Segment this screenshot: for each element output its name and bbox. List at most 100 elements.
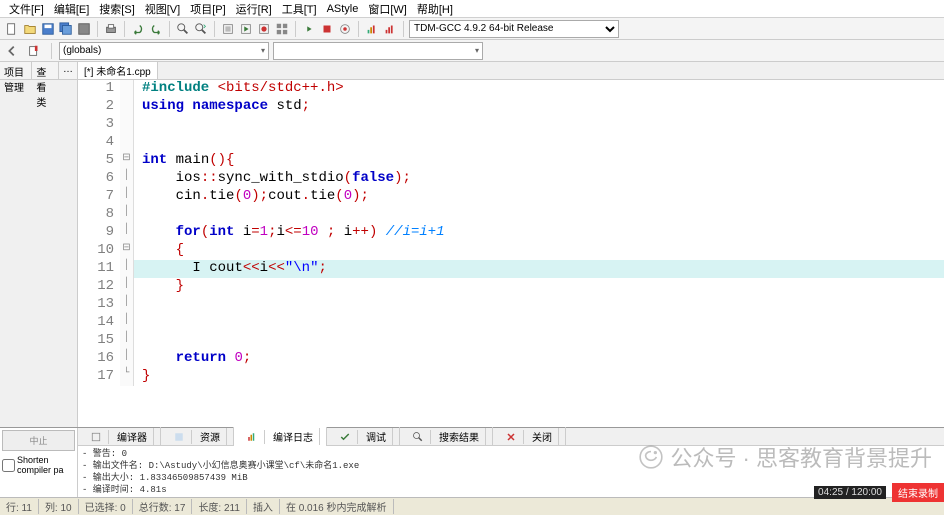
- fold-gutter[interactable]: │: [120, 314, 134, 332]
- fold-gutter[interactable]: │: [120, 278, 134, 296]
- shorten-checkbox[interactable]: Shorten compiler pa: [0, 453, 77, 477]
- code-text[interactable]: using namespace std;: [134, 98, 310, 116]
- code-text[interactable]: return 0;: [134, 350, 251, 368]
- scope-combo[interactable]: (globals)▾: [59, 42, 269, 60]
- stop-icon[interactable]: [319, 21, 335, 37]
- find-icon[interactable]: [175, 21, 191, 37]
- bottom-tab[interactable]: 编译器: [78, 427, 161, 446]
- fold-gutter[interactable]: [120, 116, 134, 134]
- menu-item[interactable]: 文件[F]: [4, 1, 49, 17]
- code-line[interactable]: 14│: [78, 314, 944, 332]
- fold-gutter[interactable]: │: [120, 332, 134, 350]
- code-line[interactable]: 11│ I cout<<i<<"\n";: [78, 260, 944, 278]
- code-line[interactable]: 9│ for(int i=1;i<=10 ; i++) //i=i+1: [78, 224, 944, 242]
- code-line[interactable]: 12│ }: [78, 278, 944, 296]
- line-number: 6: [78, 170, 120, 188]
- code-line[interactable]: 3: [78, 116, 944, 134]
- debug-icon[interactable]: [301, 21, 317, 37]
- saveall-icon[interactable]: [58, 21, 74, 37]
- fold-gutter[interactable]: [120, 134, 134, 152]
- fold-gutter[interactable]: ⊟: [120, 152, 134, 170]
- code-text[interactable]: for(int i=1;i<=10 ; i++) //i=i+1: [134, 224, 445, 242]
- fold-gutter[interactable]: │: [120, 260, 134, 278]
- code-text[interactable]: [134, 134, 142, 152]
- fold-gutter[interactable]: │: [120, 224, 134, 242]
- menu-item[interactable]: 视图[V]: [140, 1, 185, 17]
- rebuild-icon[interactable]: [274, 21, 290, 37]
- code-text[interactable]: {: [134, 242, 184, 260]
- code-line[interactable]: 6│ ios::sync_with_stdio(false);: [78, 170, 944, 188]
- compiler-select[interactable]: TDM-GCC 4.9.2 64-bit Release: [409, 20, 619, 38]
- stop-record-button[interactable]: 结束录制: [892, 483, 944, 502]
- menu-item[interactable]: 搜索[S]: [94, 1, 139, 17]
- save-icon[interactable]: [40, 21, 56, 37]
- menu-item[interactable]: AStyle: [322, 3, 364, 15]
- fold-gutter[interactable]: │: [120, 188, 134, 206]
- profile-icon[interactable]: [364, 21, 380, 37]
- sidebar-tab[interactable]: …: [59, 62, 77, 79]
- abort-button[interactable]: 中止: [2, 430, 75, 451]
- code-line[interactable]: 1#include <bits/stdc++.h>: [78, 80, 944, 98]
- bookmark-icon[interactable]: [26, 43, 42, 59]
- fold-gutter[interactable]: │: [120, 296, 134, 314]
- code-text[interactable]: }: [134, 278, 184, 296]
- code-text[interactable]: [134, 314, 142, 332]
- code-line[interactable]: 15│: [78, 332, 944, 350]
- fold-gutter[interactable]: └: [120, 368, 134, 386]
- code-text[interactable]: [134, 116, 142, 134]
- code-text[interactable]: I cout<<i<<"\n";: [134, 260, 327, 278]
- bottom-tab[interactable]: 调试: [327, 427, 400, 446]
- replace-icon[interactable]: [193, 21, 209, 37]
- bottom-tab[interactable]: 关闭: [493, 427, 566, 446]
- code-line[interactable]: 13│: [78, 296, 944, 314]
- code-text[interactable]: [134, 296, 142, 314]
- code-line[interactable]: 8│: [78, 206, 944, 224]
- saveas-icon[interactable]: [76, 21, 92, 37]
- compile-icon[interactable]: [220, 21, 236, 37]
- code-line[interactable]: 5⊟int main(){: [78, 152, 944, 170]
- code-text[interactable]: ios::sync_with_stdio(false);: [134, 170, 411, 188]
- bottom-tab[interactable]: 编译日志: [234, 427, 327, 446]
- code-text[interactable]: #include <bits/stdc++.h>: [134, 80, 344, 98]
- menu-item[interactable]: 工具[T]: [277, 1, 322, 17]
- undo-icon[interactable]: [130, 21, 146, 37]
- menu-item[interactable]: 运行[R]: [231, 1, 277, 17]
- run-icon[interactable]: [238, 21, 254, 37]
- menu-item[interactable]: 帮助[H]: [412, 1, 458, 17]
- symbol-combo[interactable]: ▾: [273, 42, 483, 60]
- fold-gutter[interactable]: │: [120, 350, 134, 368]
- sidebar-tab[interactable]: 项目管理: [0, 62, 32, 79]
- bottom-tab[interactable]: 搜索结果: [400, 427, 493, 446]
- menu-item[interactable]: 编辑[E]: [49, 1, 94, 17]
- menu-item[interactable]: 窗口[W]: [363, 1, 412, 17]
- profile2-icon[interactable]: [382, 21, 398, 37]
- code-line[interactable]: 16│ return 0;: [78, 350, 944, 368]
- code-text[interactable]: [134, 332, 142, 350]
- code-line[interactable]: 2using namespace std;: [78, 98, 944, 116]
- step-icon[interactable]: [337, 21, 353, 37]
- fold-gutter[interactable]: [120, 98, 134, 116]
- code-line[interactable]: 4: [78, 134, 944, 152]
- new-icon[interactable]: [4, 21, 20, 37]
- menu-item[interactable]: 项目[P]: [185, 1, 230, 17]
- code-text[interactable]: }: [134, 368, 150, 386]
- code-text[interactable]: cin.tie(0);cout.tie(0);: [134, 188, 369, 206]
- fold-gutter[interactable]: │: [120, 170, 134, 188]
- code-text[interactable]: int main(){: [134, 152, 234, 170]
- compile-run-icon[interactable]: [256, 21, 272, 37]
- file-tab[interactable]: [*] 未命名1.cpp: [78, 62, 158, 79]
- fold-gutter[interactable]: ⊟: [120, 242, 134, 260]
- print-icon[interactable]: [103, 21, 119, 37]
- code-line[interactable]: 7│ cin.tie(0);cout.tie(0);: [78, 188, 944, 206]
- code-text[interactable]: [134, 206, 142, 224]
- open-icon[interactable]: [22, 21, 38, 37]
- fold-gutter[interactable]: [120, 80, 134, 98]
- bottom-tab[interactable]: 资源: [161, 427, 234, 446]
- code-line[interactable]: 17└}: [78, 368, 944, 386]
- sidebar-tab[interactable]: 查看类: [32, 62, 59, 79]
- redo-icon[interactable]: [148, 21, 164, 37]
- code-line[interactable]: 10⊟ {: [78, 242, 944, 260]
- fold-gutter[interactable]: │: [120, 206, 134, 224]
- back-icon[interactable]: [4, 43, 20, 59]
- code-editor[interactable]: 1#include <bits/stdc++.h>2using namespac…: [78, 80, 944, 427]
